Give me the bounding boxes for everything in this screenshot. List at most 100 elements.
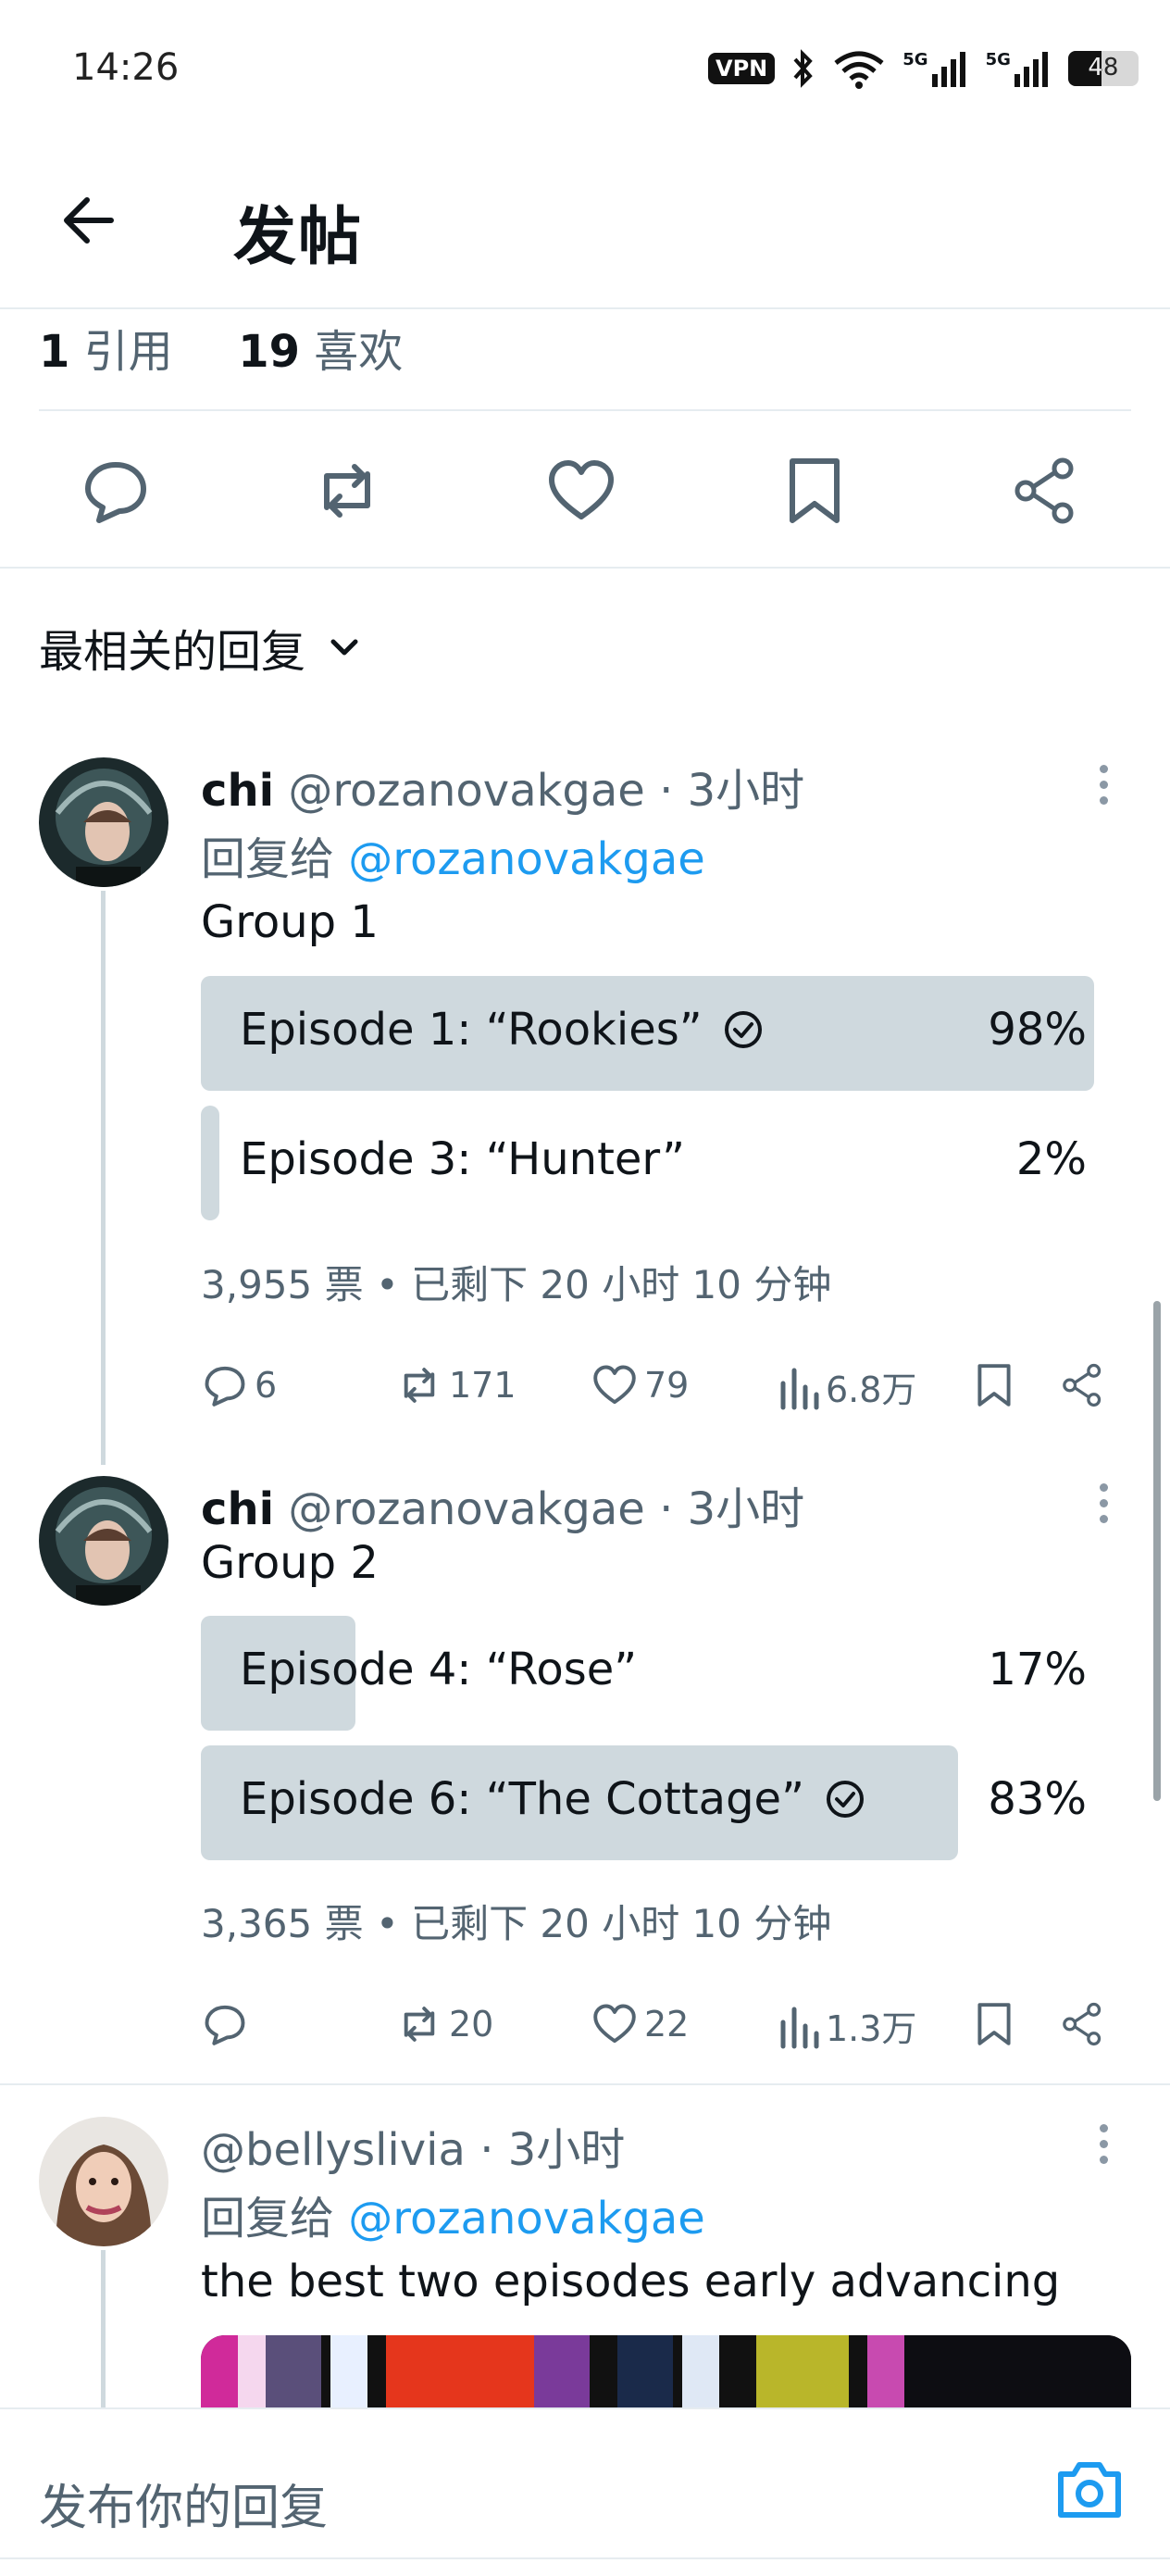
tweet-header: @bellyslivia · 3小时: [201, 2124, 626, 2176]
heart-icon: [544, 454, 618, 528]
reply-context: 回复给 @rozanovakgae: [201, 2193, 705, 2245]
more-dots-icon: [1100, 2124, 1111, 2164]
battery-icon: 48: [1067, 51, 1139, 86]
avatar-helmet-portrait: [39, 1476, 168, 1606]
post-stats: 1 引用 19 喜欢: [39, 315, 403, 380]
scrollbar[interactable]: [1153, 1301, 1161, 1801]
likes-stat[interactable]: 19 喜欢: [238, 326, 403, 378]
like-button[interactable]: 22: [591, 2000, 689, 2048]
reply-to-handle[interactable]: @rozanovakgae: [348, 2193, 704, 2245]
reply-icon: [201, 1361, 249, 1409]
back-button[interactable]: [56, 185, 126, 256]
poll-option-percent: 98%: [988, 1004, 1087, 1056]
display-name[interactable]: chi: [201, 1483, 274, 1535]
share-button[interactable]: [1059, 2000, 1107, 2048]
reply-sort-dropdown[interactable]: 最相关的回复: [39, 615, 363, 680]
share-icon: [1059, 1361, 1107, 1409]
like-count: 79: [644, 1365, 690, 1406]
avatar-portrait: [39, 2117, 168, 2246]
winner-check-icon: [723, 1009, 764, 1050]
user-handle[interactable]: @rozanovakgae: [288, 765, 644, 817]
bookmark-button[interactable]: [778, 454, 852, 528]
stats-divider: [39, 409, 1131, 411]
poll-option-label: Episode 4: “Rose”: [240, 1644, 638, 1695]
reply-icon: [79, 454, 153, 528]
cellular-signal-2-icon: 5G: [986, 50, 1052, 87]
tweet-text: Group 1: [201, 896, 379, 948]
reply-input[interactable]: 发布你的回复: [39, 2469, 328, 2538]
more-options-button[interactable]: [1100, 2124, 1111, 2171]
display-name[interactable]: chi: [201, 765, 274, 817]
more-options-button[interactable]: [1100, 1483, 1111, 1531]
tweet-text: Group 2: [201, 1537, 379, 1589]
vpn-badge: VPN: [708, 53, 776, 84]
share-button[interactable]: [1059, 1361, 1107, 1409]
repost-count: 171: [449, 1365, 517, 1406]
media-thumbnail: [201, 2335, 1131, 2407]
poll-option-label: Episode 3: “Hunter”: [240, 1133, 686, 1185]
poll-votes-info: 3,955 票 • 已剩下 20 小时 10 分钟: [201, 1262, 832, 1307]
views-chart-icon: [778, 1363, 820, 1411]
poll-option: Episode 3: “Hunter” 2%: [201, 1106, 1113, 1220]
camera-icon: [1055, 2459, 1124, 2520]
tweet-time: 3小时: [687, 765, 805, 817]
tweet-divider: [0, 2083, 1170, 2085]
like-button[interactable]: 79: [591, 1361, 689, 1409]
tweet-header: chi @rozanovakgae · 3小时: [201, 765, 805, 817]
thread-line: [101, 2250, 106, 2407]
share-icon: [1059, 2000, 1107, 2048]
bottom-divider: [0, 2557, 1170, 2559]
reply-to-handle[interactable]: @rozanovakgae: [348, 833, 704, 885]
user-handle[interactable]: @rozanovakgae: [288, 1483, 644, 1535]
view-count: 1.3万: [826, 2008, 917, 2049]
reply-context: 回复给 @rozanovakgae: [201, 833, 705, 885]
tweet-time: 3小时: [507, 2124, 626, 2176]
bookmark-button[interactable]: [970, 1361, 1018, 1409]
wifi-icon: [832, 48, 886, 89]
chevron-down-icon: [326, 629, 363, 666]
poll-option-percent: 2%: [1015, 1133, 1087, 1185]
heart-icon: [591, 2000, 639, 2048]
status-time: 14:26: [72, 46, 180, 89]
repost-button[interactable]: [310, 454, 384, 528]
tweet-media-image[interactable]: [201, 2335, 1131, 2407]
views-button[interactable]: 6.8万: [778, 1361, 916, 1412]
poll-result-bar: [201, 1106, 219, 1220]
quotes-stat[interactable]: 1 引用: [39, 326, 173, 378]
poll-option-label: Episode 1: “Rookies”: [240, 1004, 703, 1056]
views-button[interactable]: 1.3万: [778, 2000, 916, 2051]
view-count: 6.8万: [826, 1369, 917, 1410]
reply-sort-label: 最相关的回复: [39, 626, 306, 678]
back-arrow-icon: [56, 185, 126, 256]
user-handle[interactable]: @bellyslivia: [201, 2124, 466, 2176]
like-button[interactable]: [544, 454, 618, 528]
bookmark-icon: [970, 1361, 1018, 1409]
reply-icon: [201, 2000, 249, 2048]
more-options-button[interactable]: [1100, 765, 1111, 812]
repost-icon: [310, 454, 384, 528]
cellular-signal-1-icon: 5G: [902, 50, 968, 87]
heart-icon: [591, 1361, 639, 1409]
avatar[interactable]: [39, 2117, 168, 2246]
bookmark-button[interactable]: [970, 2000, 1018, 2048]
actions-divider: [0, 567, 1170, 569]
reply-button[interactable]: [201, 2000, 255, 2048]
poll-option-label: Episode 6: “The Cottage”: [240, 1773, 804, 1825]
avatar[interactable]: [39, 757, 168, 887]
share-button[interactable]: [1009, 454, 1083, 528]
repost-icon: [395, 1361, 443, 1409]
reply-button[interactable]: [79, 454, 153, 528]
poll-option: Episode 4: “Rose” 17%: [201, 1616, 1113, 1731]
camera-button[interactable]: [1055, 2459, 1124, 2520]
thread-line: [101, 891, 106, 1465]
avatar[interactable]: [39, 1476, 168, 1606]
status-icons: VPN 5G 5G 48: [708, 48, 1139, 89]
poll-votes-info: 3,365 票 • 已剩下 20 小时 10 分钟: [201, 1901, 832, 1946]
bluetooth-icon: [791, 48, 815, 89]
repost-button[interactable]: 20: [395, 2000, 493, 2048]
reply-count: 6: [255, 1365, 278, 1406]
reply-button[interactable]: 6: [201, 1361, 277, 1409]
repost-button[interactable]: 171: [395, 1361, 517, 1409]
poll-option-percent: 17%: [988, 1644, 1087, 1695]
views-chart-icon: [778, 2002, 820, 2050]
